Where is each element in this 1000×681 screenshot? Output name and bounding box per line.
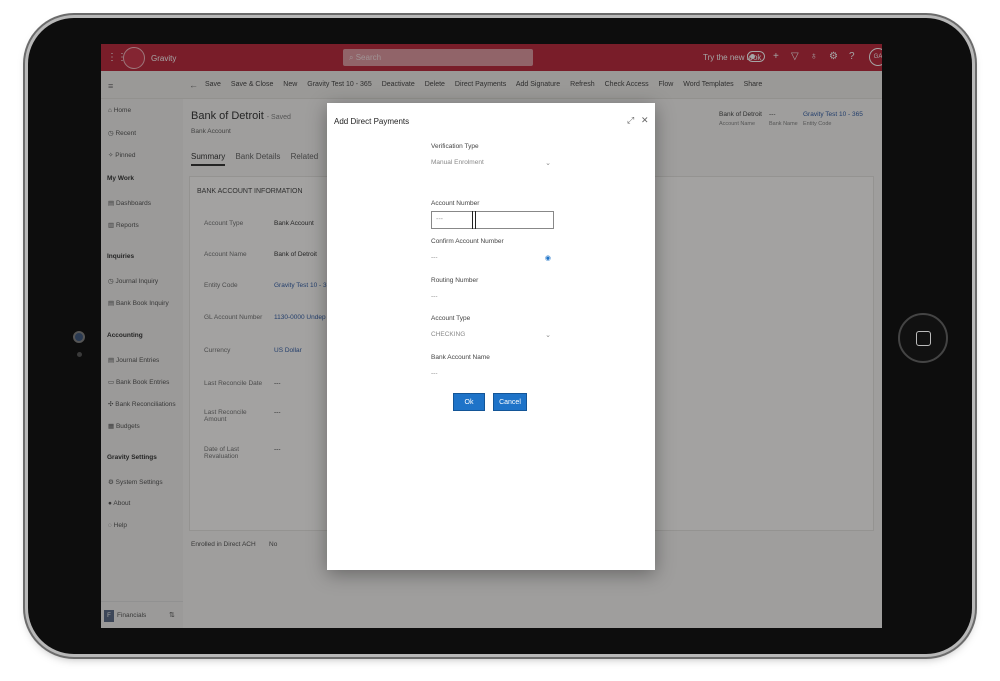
- bank-account-name-field: Bank Account Name ---: [431, 354, 554, 380]
- confirm-account-number-field: Confirm Account Number --- ◉: [431, 238, 554, 264]
- verification-type-select[interactable]: Manual Enrolment ⌄: [431, 159, 554, 169]
- routing-number-field: Routing Number ---: [431, 277, 554, 303]
- chevron-down-icon: ⌄: [545, 332, 551, 339]
- account-type-field: Account Type CHECKING ⌄: [431, 315, 554, 341]
- camera-icon: [73, 331, 85, 343]
- account-number-input[interactable]: ---: [431, 211, 554, 229]
- expand-icon[interactable]: ⤢: [627, 115, 634, 126]
- ok-button[interactable]: Ok: [453, 393, 485, 411]
- routing-number-input[interactable]: ---: [431, 293, 554, 303]
- dialog-title: Add Direct Payments: [334, 117, 410, 126]
- home-button[interactable]: [898, 313, 948, 363]
- verification-type-field: Verification Type Manual Enrolment ⌄: [431, 143, 554, 169]
- chevron-down-icon: ⌄: [545, 160, 551, 167]
- cancel-button[interactable]: Cancel: [493, 393, 527, 411]
- confirm-account-number-input[interactable]: --- ◉: [431, 254, 554, 264]
- sensor-icon: [77, 352, 82, 357]
- add-direct-payments-dialog: Add Direct Payments ⤢ ✕ Verification Typ…: [327, 103, 655, 570]
- app-screen: ⋮⋮ Gravity ⌕ Search Try the new look + ▽…: [101, 44, 882, 628]
- account-type-select[interactable]: CHECKING ⌄: [431, 331, 554, 341]
- reveal-icon: ◉: [544, 255, 551, 262]
- bank-account-name-input[interactable]: ---: [431, 370, 554, 380]
- close-icon[interactable]: ✕: [641, 115, 649, 126]
- account-number-field: Account Number ---: [431, 200, 554, 229]
- text-cursor-icon: [472, 211, 476, 229]
